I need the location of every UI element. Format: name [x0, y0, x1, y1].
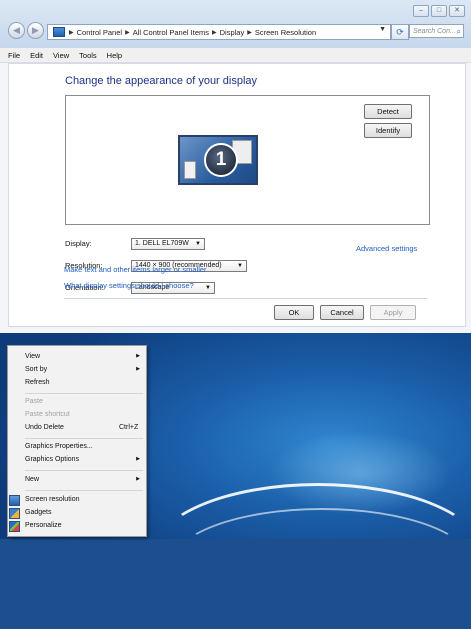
menu-item-gadgets[interactable]: Gadgets [8, 508, 146, 519]
desktop-context-menu: View ▶ Sort by ▶ Refresh Paste Paste sho… [7, 345, 147, 537]
chevron-right-icon: ▶ [69, 29, 74, 36]
menu-item-graphics-options[interactable]: Graphics Options ▶ [8, 455, 146, 466]
menu-view[interactable]: View [53, 51, 69, 60]
window-thumbnail [184, 161, 196, 179]
personalize-icon [9, 521, 20, 532]
display-select[interactable]: 1. DELL EL709W ▼ [131, 238, 205, 250]
menu-item-label: Graphics Options [25, 456, 80, 463]
close-button[interactable]: ✕ [449, 5, 465, 17]
submenu-arrow-icon: ▶ [136, 456, 140, 462]
minimize-button[interactable]: – [413, 5, 429, 17]
chevron-right-icon: ▶ [247, 29, 252, 36]
chevron-down-icon: ▼ [237, 263, 243, 269]
menu-item-label: Screen resolution [25, 496, 80, 503]
screen-resolution-icon [9, 495, 20, 506]
window-controls: – □ ✕ [413, 5, 465, 17]
menu-item-paste[interactable]: Paste [8, 397, 146, 408]
control-panel-icon [53, 27, 65, 37]
apply-button[interactable]: Apply [370, 305, 416, 320]
menu-item-graphics-properties[interactable]: Graphics Properties... [8, 442, 146, 453]
menu-help[interactable]: Help [107, 51, 122, 60]
monitor-preview: 1 Detect Identify [65, 95, 430, 225]
menu-item-view[interactable]: View ▶ [8, 352, 146, 363]
menu-item-label: Gadgets [25, 509, 52, 516]
menu-separator [25, 470, 143, 471]
chevron-right-icon: ▶ [125, 29, 130, 36]
breadcrumb-screen-resolution[interactable]: Screen Resolution [255, 28, 316, 37]
back-button[interactable]: ◀ [8, 22, 25, 39]
menu-item-undo-delete[interactable]: Undo Delete Ctrl+Z [8, 423, 146, 434]
advanced-settings-link[interactable]: Advanced settings [356, 244, 417, 253]
display-value: 1. DELL EL709W [135, 240, 189, 247]
menu-separator [25, 490, 143, 491]
menu-item-label: Undo Delete [25, 424, 64, 431]
title-bar: – □ ✕ ◀ ▶ ▶ Control Panel ▶ All Control … [0, 0, 471, 48]
menu-item-sort-by[interactable]: Sort by ▶ [8, 365, 146, 376]
menu-item-label: New [25, 476, 40, 483]
identify-button[interactable]: Identify [364, 123, 412, 138]
menu-item-paste-shortcut[interactable]: Paste shortcut [8, 410, 146, 421]
submenu-arrow-icon: ▶ [136, 353, 140, 359]
menu-item-label: Paste [25, 398, 43, 405]
wallpaper-swoosh [170, 508, 471, 622]
cancel-button[interactable]: Cancel [320, 305, 364, 320]
shortcut-hint: Ctrl+Z [119, 424, 139, 431]
menu-item-label: Refresh [25, 379, 50, 386]
menu-item-screen-resolution[interactable]: Screen resolution [8, 495, 146, 506]
navigation-buttons: ◀ ▶ [8, 22, 44, 39]
chevron-right-icon: ▶ [212, 29, 217, 36]
refresh-button[interactable]: ⟳ [391, 24, 409, 40]
chevron-down-icon: ▼ [205, 285, 211, 291]
breadcrumb-control-panel[interactable]: Control Panel [77, 28, 122, 37]
menu-bar: File Edit View Tools Help [0, 48, 471, 63]
menu-item-new[interactable]: New ▶ [8, 475, 146, 486]
detect-button[interactable]: Detect [364, 104, 412, 119]
submenu-arrow-icon: ▶ [136, 366, 140, 372]
menu-item-label: Personalize [25, 522, 62, 529]
display-settings-help-link[interactable]: What display settings should I choose? [64, 281, 194, 290]
chevron-down-icon[interactable]: ▼ [379, 26, 386, 33]
menu-item-label: View [25, 353, 41, 360]
page-title: Change the appearance of your display [65, 75, 258, 87]
chevron-down-icon: ▼ [195, 241, 201, 247]
maximize-button[interactable]: □ [431, 5, 447, 17]
text-size-link[interactable]: Make text and other items larger or smal… [64, 265, 207, 274]
gadgets-icon [9, 508, 20, 519]
breadcrumb-all-items[interactable]: All Control Panel Items [133, 28, 209, 37]
search-input[interactable]: Search Con... ⌕ [409, 24, 464, 38]
monitor-number-badge: 1 [204, 143, 238, 177]
menu-item-personalize[interactable]: Personalize [8, 521, 146, 532]
submenu-arrow-icon: ▶ [136, 476, 140, 482]
menu-item-label: Graphics Properties... [25, 443, 93, 450]
breadcrumb-display[interactable]: Display [220, 28, 245, 37]
search-placeholder: Search Con... [413, 28, 456, 35]
menu-item-label: Sort by [25, 366, 48, 373]
menu-item-label: Paste shortcut [25, 411, 70, 418]
menu-tools[interactable]: Tools [79, 51, 97, 60]
monitor-1-thumbnail[interactable]: 1 [178, 135, 258, 185]
menu-item-refresh[interactable]: Refresh [8, 378, 146, 389]
divider [64, 298, 427, 299]
menu-separator [25, 438, 143, 439]
search-icon[interactable]: ⌕ [457, 25, 461, 37]
address-bar[interactable]: ▶ Control Panel ▶ All Control Panel Item… [47, 24, 391, 40]
forward-button[interactable]: ▶ [27, 22, 44, 39]
menu-edit[interactable]: Edit [30, 51, 43, 60]
ok-button[interactable]: OK [274, 305, 314, 320]
screen-resolution-window: – □ ✕ ◀ ▶ ▶ Control Panel ▶ All Control … [0, 0, 471, 333]
menu-file[interactable]: File [8, 51, 20, 60]
display-label: Display: [65, 239, 92, 248]
menu-separator [25, 393, 143, 394]
